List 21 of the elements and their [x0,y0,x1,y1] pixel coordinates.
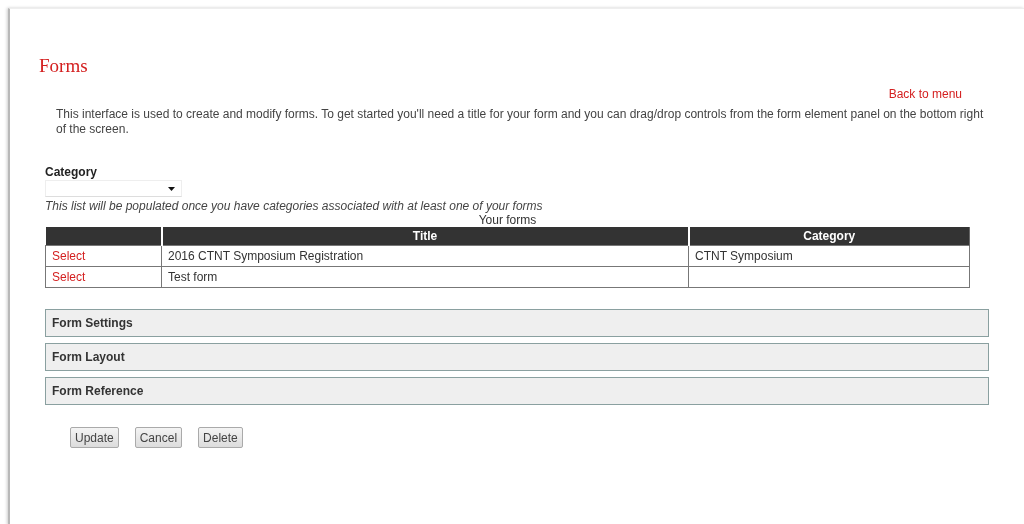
category-label: Category [45,165,98,179]
action-button[interactable]: Delete [198,427,243,448]
category-dropdown[interactable] [45,180,182,197]
table-cell: 2016 CTNT Symposium Registration [161,245,689,267]
action-button[interactable]: Update [70,427,119,448]
intro-text: This interface is used to create and modify forms. To get started you'll need a title for your form and you can drag/drop controls from the form element panel on the bottom right of the screen. [56,107,985,137]
caret-icon [168,186,175,191]
collapsible-panel-header[interactable]: Form Reference [45,377,989,405]
select-link[interactable]: Select [52,249,86,263]
collapsible-panel-header[interactable]: Form Layout [45,343,989,371]
action-button[interactable]: Cancel [134,427,183,448]
back-to-menu-link[interactable]: Back to menu [888,87,962,101]
collapsible-panel-header[interactable]: Form Settings [45,309,989,337]
page-title: Forms [39,55,89,77]
category-note: This list will be populated once you have categories associated with at least one of your forms [45,199,544,213]
column-header: Category [688,227,970,246]
select-link[interactable]: Select [52,270,86,284]
table-caption: Your forms [477,213,538,227]
table-cell: CTNT Symposium [688,245,970,267]
table-cell: Test form [161,266,689,288]
column-header: Title [161,227,689,246]
